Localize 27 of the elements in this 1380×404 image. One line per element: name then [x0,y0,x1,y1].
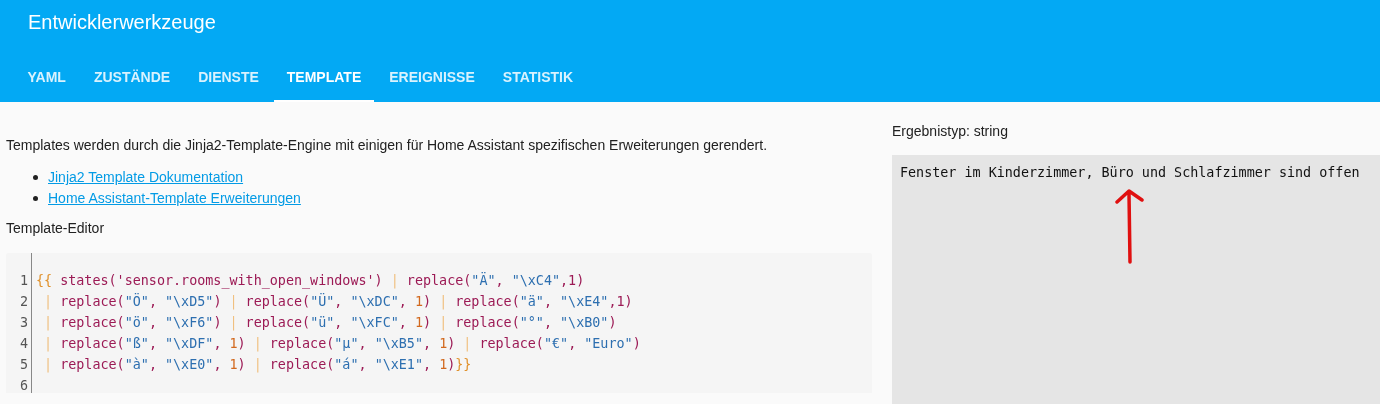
line-number: 2 [18,293,29,311]
tab[interactable]: ZUSTÄNDE [81,54,183,102]
code-line: {{ states('sensor.rooms_with_open_windows') | replace("Ä", "\xC4",1) [36,271,586,291]
line-number: 4 [18,335,29,353]
line-number: 6 [18,377,29,395]
doc-link[interactable]: Jinja2 Template Dokumentation [48,169,244,185]
code-line: | replace("ß", "\xDF", 1) | replace("µ", "\xB5", 1) | replace("€", "Euro") [43,335,641,354]
tab[interactable]: YAML [15,54,79,102]
bullet-icon [33,195,38,201]
tab[interactable]: STATISTIK [490,54,586,102]
tab[interactable]: DIENSTE [185,54,272,102]
doc-link[interactable]: Home Assistant-Template Erweiterungen [48,190,301,206]
code-editor[interactable] [6,253,872,393]
code-line: | replace("Ö", "\xD5") | replace("Ü", "\xDC", 1) | replace("ä", "\xE4",1) [43,292,634,312]
line-number: 1 [18,272,29,290]
result-output: Fenster im Kinderzimmer, Büro und Schlafzimmer sind offen [900,165,1361,180]
result-type-label: Ergebnistyp: string [892,123,1009,139]
tab[interactable]: EREIGNISSE [376,54,488,102]
tab[interactable]: TEMPLATE [274,54,374,102]
intro-text: Templates werden durch die Jinja2-Template-Engine mit einigen für Home Assistant spezifischen Erweiterungen gerendert. [6,137,769,153]
page-title: Entwicklerwerkzeuge [27,10,217,35]
code-line: | replace("ö", "\xF6") | replace("ü", "\xFC", 1) | replace("°", "\xB0") [43,314,618,333]
editor-label: Template-Editor [6,220,106,236]
bullet-icon [33,174,38,180]
line-number: 5 [18,356,29,374]
line-number: 3 [18,314,29,332]
code-line: | replace("à", "\xE0", 1) | replace("á", "\xE1", 1)}} [43,356,473,375]
